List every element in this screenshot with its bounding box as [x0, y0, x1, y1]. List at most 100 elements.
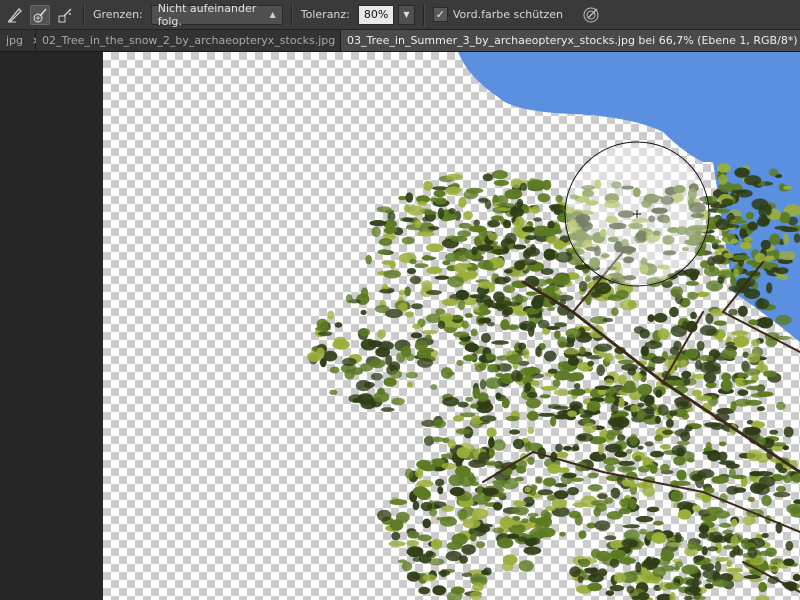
leaf-cluster [718, 174, 728, 185]
leaf-cluster [526, 537, 541, 545]
leaf-cluster [587, 360, 595, 367]
leaf-cluster [487, 364, 498, 373]
leaf-cluster [673, 456, 686, 466]
leaf-cluster [566, 372, 578, 382]
leaf-cluster [397, 559, 408, 564]
leaf-cluster [568, 510, 581, 519]
leaf-cluster [737, 389, 749, 396]
leaf-cluster [482, 173, 493, 182]
leaf-cluster [785, 540, 794, 551]
leaf-cluster [732, 254, 751, 261]
leaf-cluster [377, 509, 392, 522]
leaf-cluster [547, 463, 562, 474]
leaf-cluster [380, 407, 395, 412]
leaf-cluster [473, 219, 481, 227]
leaf-cluster [476, 485, 484, 496]
leaf-cluster [696, 395, 712, 401]
leaf-cluster [687, 540, 698, 550]
leaf-cluster [527, 179, 546, 190]
leaf-cluster [763, 370, 777, 378]
leaf-cluster [702, 450, 720, 456]
leaf-cluster [652, 520, 664, 526]
leaf-cluster [435, 478, 445, 487]
protect-foreground-label: Vord.farbe schützen [452, 8, 564, 21]
magic-eraser-tool-button[interactable] [55, 5, 75, 25]
leaf-cluster [404, 286, 411, 297]
leaf-cluster [659, 444, 671, 450]
document-tab-active[interactable]: 03_Tree_in_Summer_3_by_archaeopteryx_sto… [341, 30, 800, 51]
leaf-cluster [512, 438, 525, 450]
leaf-cluster [621, 385, 638, 394]
leaf-cluster [606, 431, 616, 440]
leaf-cluster [715, 535, 728, 543]
leaf-cluster [383, 377, 397, 387]
leaf-cluster [375, 347, 391, 358]
leaf-cluster [745, 385, 764, 391]
leaf-cluster [765, 204, 772, 216]
leaf-cluster [614, 572, 626, 584]
leaf-cluster [398, 195, 407, 201]
protect-foreground-checkbox[interactable]: ✓ [432, 7, 448, 22]
tolerance-slider-button[interactable]: ▼ [397, 4, 415, 25]
leaf-cluster [790, 506, 800, 514]
leaf-cluster [423, 435, 435, 446]
leaf-cluster [479, 415, 497, 422]
leaf-cluster [576, 433, 594, 442]
background-eraser-tool-button[interactable] [30, 4, 50, 25]
limits-dropdown[interactable]: Nicht aufeinander folg. ▲ [150, 2, 283, 28]
limits-label: Grenzen: [93, 8, 143, 21]
leaf-cluster [494, 276, 509, 285]
leaf-cluster [519, 259, 538, 266]
leaf-cluster [478, 451, 490, 463]
leaf-cluster [506, 354, 523, 365]
leaf-cluster [405, 311, 414, 318]
leaf-cluster [412, 557, 422, 562]
leaf-cluster [415, 469, 422, 478]
leaf-cluster [639, 394, 655, 403]
leaf-cluster [365, 254, 373, 265]
leaf-cluster [730, 238, 739, 244]
tree-image [306, 52, 800, 600]
document-tab[interactable]: jpg × [0, 30, 41, 51]
leaf-cluster [406, 371, 418, 379]
document-canvas[interactable] [103, 52, 800, 600]
document-tab[interactable]: 02_Tree_in_the_snow_2_by_archaeopteryx_s… [36, 30, 353, 51]
leaf-cluster [430, 538, 443, 550]
leaf-cluster [695, 359, 703, 370]
leaf-cluster [596, 364, 605, 377]
leaf-cluster [543, 248, 556, 261]
leaf-cluster [316, 347, 325, 359]
leaf-cluster [685, 281, 700, 286]
leaf-cluster [747, 496, 756, 502]
leaf-cluster [669, 306, 679, 318]
leaf-cluster [614, 354, 625, 360]
leaf-cluster [627, 367, 636, 376]
leaf-cluster [389, 519, 404, 531]
leaf-cluster [754, 484, 770, 495]
leaf-cluster [410, 332, 423, 339]
leaf-cluster [441, 462, 457, 470]
leaf-cluster [567, 410, 577, 417]
leaf-cluster [409, 275, 421, 285]
leaf-cluster [644, 441, 654, 447]
leaf-cluster [674, 532, 682, 544]
leaf-cluster [629, 434, 638, 446]
leaf-cluster [463, 210, 473, 220]
leaf-cluster [369, 220, 387, 227]
leaf-cluster [533, 217, 542, 222]
tab-label: 03_Tree_in_Summer_3_by_archaeopteryx_sto… [347, 34, 800, 47]
leaf-cluster [684, 425, 693, 432]
leaf-cluster [543, 350, 557, 362]
eraser-tool-button[interactable] [5, 5, 25, 25]
leaf-cluster [334, 322, 343, 328]
leaf-cluster [723, 252, 734, 259]
leaf-cluster [496, 202, 515, 207]
leaf-cluster [594, 520, 611, 531]
leaf-cluster [754, 252, 766, 263]
tolerance-input[interactable]: 80% [357, 4, 394, 25]
leaf-cluster [714, 561, 722, 573]
tablet-pressure-button[interactable] [581, 5, 601, 25]
leaf-cluster [412, 500, 420, 511]
leaf-cluster [611, 307, 619, 317]
leaf-cluster [634, 455, 642, 462]
